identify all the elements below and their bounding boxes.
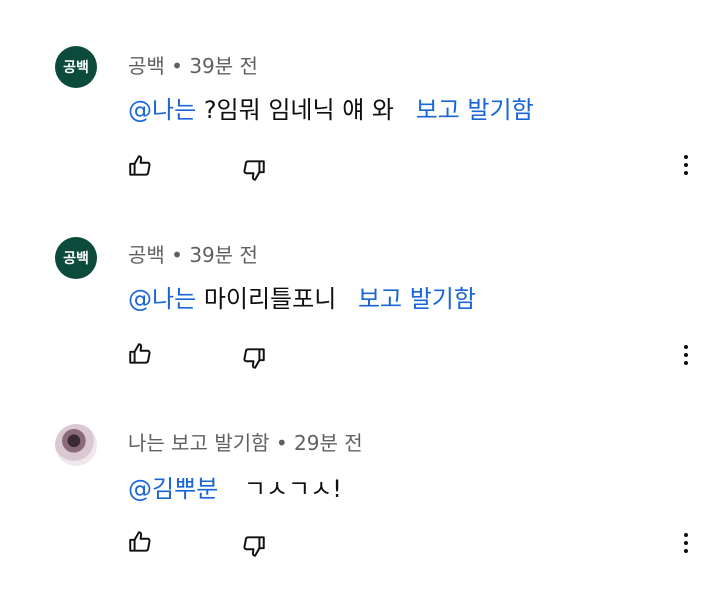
- comment-body: ㄱㅅㄱㅅ!: [243, 475, 342, 503]
- avatar[interactable]: 공백: [55, 46, 97, 88]
- comment-1: 공백 공백 • 39분 전 @나는 ?임뭐 임네닉 얘 와 보고 발기함: [0, 0, 720, 200]
- more-vertical-icon-dot: [684, 541, 688, 545]
- avatar-initials: 공백: [63, 251, 89, 267]
- more-options-button[interactable]: [676, 340, 696, 370]
- avatar[interactable]: 공백: [55, 237, 97, 279]
- more-vertical-icon-dot: [684, 549, 688, 553]
- like-button[interactable]: [126, 152, 154, 180]
- more-vertical-icon: [684, 155, 688, 159]
- dislike-button[interactable]: [240, 532, 268, 560]
- comment-body: 마이리틀포니: [203, 285, 337, 313]
- comment-header: 나는 보고 발기함 • 29분 전: [128, 427, 363, 456]
- author-name[interactable]: 공백: [128, 243, 165, 267]
- thumbs-up-icon: [129, 155, 151, 176]
- comment-2: 공백 공백 • 39분 전 @나는 마이리틀포니 보고 발기함: [0, 195, 720, 395]
- more-vertical-icon-dot: [684, 361, 688, 365]
- avatar-initials: 공백: [63, 60, 89, 76]
- mention-link-secondary[interactable]: 보고 발기함: [416, 96, 534, 124]
- like-button[interactable]: [126, 340, 154, 368]
- timestamp[interactable]: 39분 전: [189, 54, 258, 78]
- mention-link[interactable]: @김뿌분: [128, 475, 218, 503]
- thumbs-up-icon: [129, 343, 151, 364]
- more-vertical-icon-dot: [684, 353, 688, 357]
- timestamp[interactable]: 29분 전: [294, 431, 363, 455]
- thumbs-down-icon: [243, 348, 265, 369]
- author-name[interactable]: 나는 보고 발기함: [128, 431, 270, 455]
- more-vertical-icon-dot: [684, 171, 688, 175]
- comment-text: @나는 ?임뭐 임네닉 얘 와 보고 발기함: [128, 90, 534, 125]
- more-options-button[interactable]: [676, 150, 696, 180]
- comment-header: 공백 • 39분 전: [128, 50, 258, 79]
- thumbs-down-icon: [243, 160, 265, 181]
- meta-separator: •: [164, 54, 190, 78]
- mention-link[interactable]: @나는: [128, 285, 196, 313]
- comment-3: 나는 보고 발기함 • 29분 전 @김뿌분 ㄱㅅㄱㅅ!: [0, 385, 720, 591]
- more-vertical-icon-dot: [684, 163, 688, 167]
- more-vertical-icon: [684, 533, 688, 537]
- meta-separator: •: [269, 431, 295, 455]
- thumbs-up-icon: [129, 531, 151, 552]
- more-vertical-icon: [684, 345, 688, 349]
- mention-link-secondary[interactable]: 보고 발기함: [358, 285, 476, 313]
- author-name[interactable]: 공백: [128, 54, 165, 78]
- dislike-button[interactable]: [240, 344, 268, 372]
- comment-body: ?임뭐 임네닉 얘 와: [203, 96, 394, 124]
- comment-text: @나는 마이리틀포니 보고 발기함: [128, 279, 476, 314]
- meta-separator: •: [164, 243, 190, 267]
- thumbs-down-icon: [243, 536, 265, 557]
- more-options-button[interactable]: [676, 528, 696, 558]
- dislike-button[interactable]: [240, 156, 268, 184]
- avatar[interactable]: [55, 424, 97, 466]
- like-button[interactable]: [126, 528, 154, 556]
- timestamp[interactable]: 39분 전: [189, 243, 258, 267]
- comment-header: 공백 • 39분 전: [128, 239, 258, 268]
- mention-link[interactable]: @나는: [128, 96, 196, 124]
- comment-text: @김뿌분 ㄱㅅㄱㅅ!: [128, 469, 342, 504]
